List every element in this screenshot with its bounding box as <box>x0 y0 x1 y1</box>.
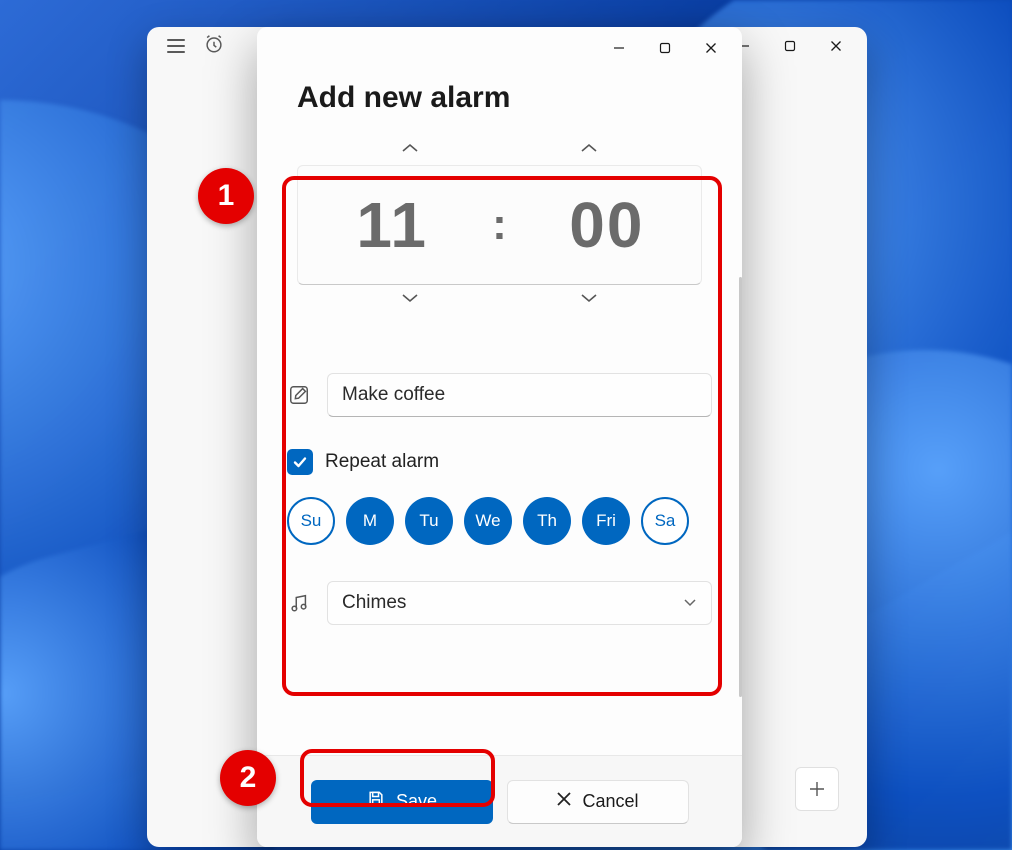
day-wednesday[interactable]: We <box>464 497 512 545</box>
repeat-alarm-checkbox[interactable] <box>287 449 313 475</box>
dialog-body: 11 : 00 Repeat alarm Su M Tu <box>257 127 742 755</box>
minute-up-button[interactable] <box>574 135 604 165</box>
sound-select[interactable]: Chimes <box>327 581 712 625</box>
time-separator: : <box>492 200 507 250</box>
hour-up-button[interactable] <box>395 135 425 165</box>
annotation-badge-1: 1 <box>198 168 254 224</box>
day-tuesday[interactable]: Tu <box>405 497 453 545</box>
time-picker: 11 : 00 <box>285 127 714 343</box>
close-button[interactable] <box>813 27 859 65</box>
save-label: Save <box>396 791 437 812</box>
chevron-down-icon <box>683 592 697 614</box>
dialog-close-button[interactable] <box>688 31 734 65</box>
hamburger-icon[interactable] <box>167 39 185 53</box>
hour-down-button[interactable] <box>395 285 425 315</box>
save-button[interactable]: Save <box>311 780 493 824</box>
dialog-maximize-button[interactable] <box>642 31 688 65</box>
dialog-title: Add new alarm <box>257 77 742 127</box>
day-selector: Su M Tu We Th Fri Sa <box>287 497 712 545</box>
annotation-badge-2: 2 <box>220 750 276 806</box>
sound-row: Chimes <box>287 581 712 625</box>
edit-icon <box>287 384 311 406</box>
alarm-name-row <box>287 373 712 417</box>
sound-value: Chimes <box>342 592 406 614</box>
add-alarm-button[interactable] <box>795 767 839 811</box>
repeat-alarm-row: Repeat alarm <box>287 449 712 475</box>
day-monday[interactable]: M <box>346 497 394 545</box>
music-note-icon <box>287 592 311 614</box>
day-friday[interactable]: Fri <box>582 497 630 545</box>
dialog-titlebar <box>257 27 742 77</box>
alarm-clock-icon[interactable] <box>203 33 225 60</box>
repeat-alarm-label: Repeat alarm <box>325 451 439 473</box>
maximize-button[interactable] <box>767 27 813 65</box>
minute-value[interactable]: 00 <box>569 189 644 261</box>
day-thursday[interactable]: Th <box>523 497 571 545</box>
day-sunday[interactable]: Su <box>287 497 335 545</box>
minute-down-button[interactable] <box>574 285 604 315</box>
close-icon <box>556 791 572 812</box>
day-saturday[interactable]: Sa <box>641 497 689 545</box>
scrollbar[interactable] <box>739 277 742 697</box>
alarm-name-input[interactable] <box>327 373 712 417</box>
cancel-button[interactable]: Cancel <box>507 780 689 824</box>
add-alarm-dialog: Add new alarm 11 : 00 <box>257 27 742 847</box>
save-icon <box>366 789 386 814</box>
dialog-footer: Save Cancel <box>257 755 742 847</box>
dialog-minimize-button[interactable] <box>596 31 642 65</box>
cancel-label: Cancel <box>582 791 638 812</box>
time-display[interactable]: 11 : 00 <box>297 165 702 285</box>
hour-value[interactable]: 11 <box>356 189 428 261</box>
